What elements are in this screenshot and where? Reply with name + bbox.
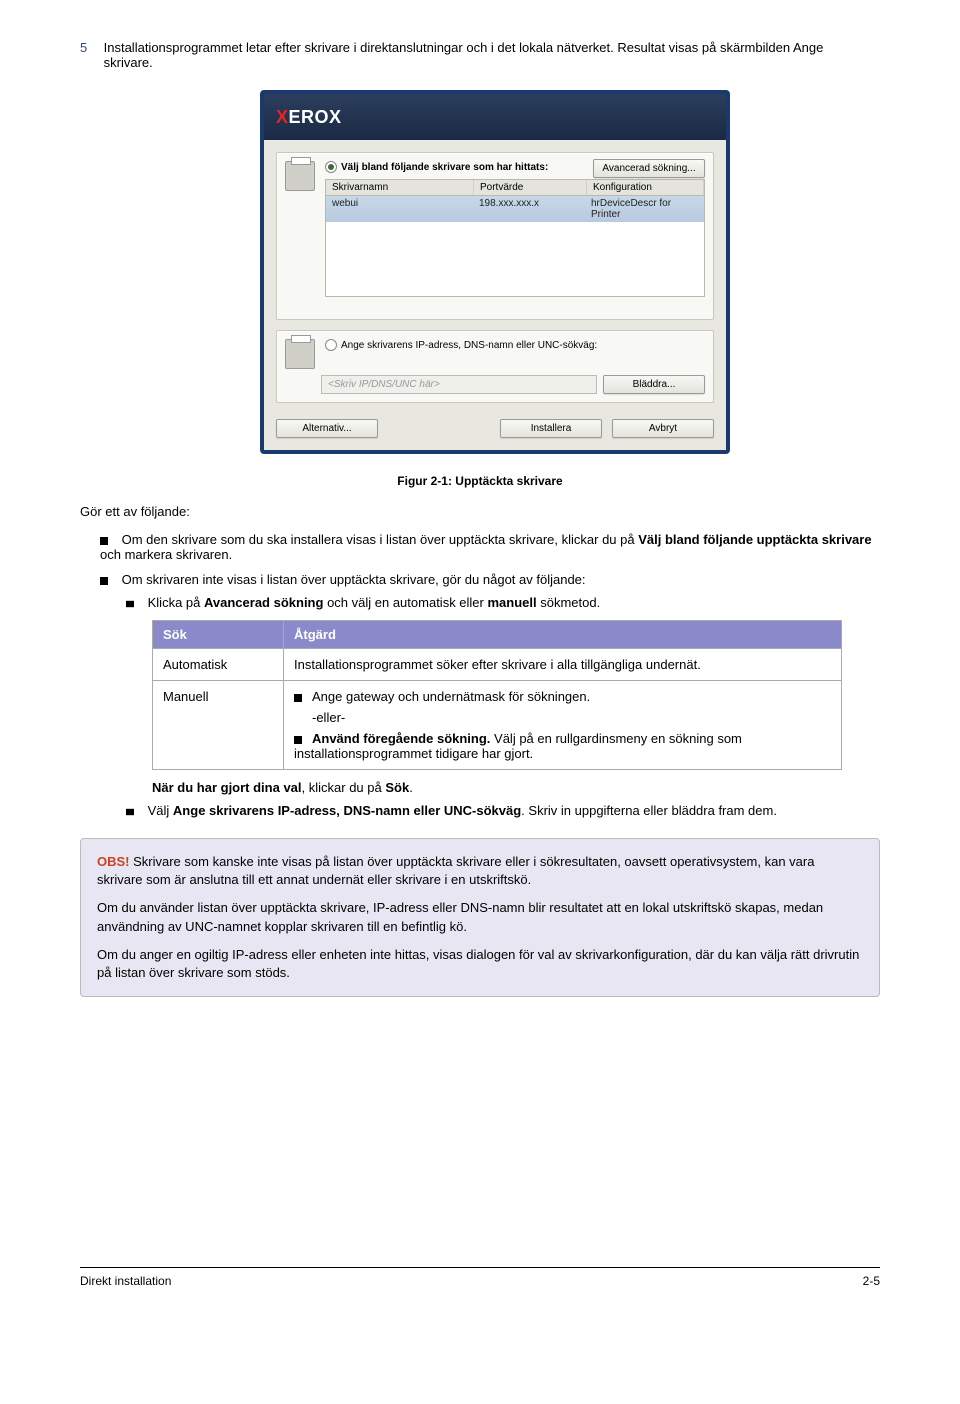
- sub-item-1: Klicka på Avancerad sökning och välj en …: [126, 595, 880, 795]
- list-row[interactable]: webui 198.xxx.xxx.x hrDeviceDescr for Pr…: [326, 196, 704, 222]
- xerox-logo: XEROX: [276, 107, 342, 128]
- sub2b: Ange skrivarens IP-adress, DNS-namn elle…: [173, 803, 521, 818]
- printer-icon: [285, 339, 315, 369]
- sub-item-2: Välj Ange skrivarens IP-adress, DNS-namn…: [126, 803, 880, 818]
- col-config[interactable]: Konfiguration: [587, 180, 704, 195]
- atb: , klickar du på: [302, 780, 386, 795]
- gor-ett: Gör ett av följande:: [80, 504, 880, 519]
- figure-caption: Figur 2-1: Upptäckta skrivare: [80, 474, 880, 488]
- bullet-item-1: Om den skrivare som du ska installera vi…: [100, 532, 880, 562]
- diamond-bullet-icon: [126, 808, 134, 814]
- radio-enter-ip[interactable]: Ange skrivarens IP-adress, DNS-namn elle…: [325, 339, 705, 351]
- td-manual: Manuell: [153, 681, 284, 770]
- ip-input[interactable]: <Skriv IP/DNS/UNC här>: [321, 375, 597, 394]
- r2c2-or: -eller-: [312, 710, 831, 725]
- th-action: Åtgärd: [284, 621, 842, 649]
- obs-p1: Skrivare som kanske inte visas på listan…: [97, 854, 814, 887]
- square-bullet-icon: [294, 694, 302, 702]
- obs-p2: Om du använder listan över upptäckta skr…: [97, 899, 863, 935]
- options-button[interactable]: Alternativ...: [276, 419, 378, 438]
- cancel-button[interactable]: Avbryt: [612, 419, 714, 438]
- advanced-search-button[interactable]: Avancerad sökning...: [593, 159, 705, 178]
- install-button[interactable]: Installera: [500, 419, 602, 438]
- sub1b: Avancerad sökning: [204, 595, 323, 610]
- radio-unchecked-icon: [325, 339, 337, 351]
- sub1e: sökmetod.: [537, 595, 601, 610]
- ata: När du har gjort dina val: [152, 780, 302, 795]
- after-table: När du har gjort dina val, klickar du på…: [152, 780, 880, 795]
- col-name[interactable]: Skrivarnamn: [326, 180, 474, 195]
- obs-label: OBS!: [97, 854, 130, 869]
- td-manual-desc: Ange gateway och undernätmask för söknin…: [284, 681, 842, 770]
- sub2c: . Skriv in uppgifterna eller bläddra fra…: [521, 803, 777, 818]
- printer-icon: [285, 161, 315, 191]
- obs-p3: Om du anger en ogiltig IP-adress eller e…: [97, 946, 863, 982]
- row-name: webui: [326, 196, 473, 222]
- sub1a: Klicka på: [148, 595, 204, 610]
- b2: Om skrivaren inte visas i listan över up…: [122, 572, 586, 587]
- r2c2-item1: Ange gateway och undernätmask för söknin…: [312, 689, 590, 704]
- search-table: Sök Åtgärd Automatisk Installationsprogr…: [152, 620, 842, 770]
- b1c: och markera skrivaren.: [100, 547, 232, 562]
- row-config: hrDeviceDescr for Printer: [585, 196, 704, 222]
- list-header: Skrivarnamn Portvärde Konfiguration: [325, 179, 705, 196]
- th-search: Sök: [153, 621, 284, 649]
- printer-list[interactable]: webui 198.xxx.xxx.x hrDeviceDescr for Pr…: [325, 196, 705, 297]
- td-auto: Automatisk: [153, 649, 284, 681]
- r2c2-item2a: Använd föregående sökning.: [312, 731, 490, 746]
- footer-left: Direkt installation: [80, 1274, 171, 1288]
- b1a: Om den skrivare som du ska installera vi…: [122, 532, 639, 547]
- diamond-bullet-icon: [126, 600, 134, 606]
- page-footer: Direkt installation 2-5: [80, 1267, 880, 1288]
- atd: .: [409, 780, 413, 795]
- obs-note: OBS! Skrivare som kanske inte visas på l…: [80, 838, 880, 997]
- col-port[interactable]: Portvärde: [474, 180, 587, 195]
- radio1-label: Välj bland följande skrivare som har hit…: [341, 162, 548, 173]
- td-auto-desc: Installationsprogrammet söker efter skri…: [284, 649, 842, 681]
- step-5: 5 Installationsprogrammet letar efter sk…: [80, 40, 880, 70]
- sub1d: manuell: [487, 595, 536, 610]
- square-bullet-icon: [100, 577, 108, 585]
- square-bullet-icon: [100, 537, 108, 545]
- step-number: 5: [80, 40, 100, 55]
- footer-right: 2-5: [863, 1274, 880, 1288]
- browse-button[interactable]: Bläddra...: [603, 375, 705, 394]
- sub1c: och välj en automatisk eller: [323, 595, 487, 610]
- step-text: Installationsprogrammet letar efter skri…: [104, 40, 844, 70]
- sub2a: Välj: [148, 803, 173, 818]
- radio2-label: Ange skrivarens IP-adress, DNS-namn elle…: [341, 340, 597, 351]
- row-port: 198.xxx.xxx.x: [473, 196, 585, 222]
- square-bullet-icon: [294, 736, 302, 744]
- dialog-header: XEROX: [264, 94, 726, 140]
- atc: Sök: [385, 780, 409, 795]
- dialog-screenshot: XEROX Välj bland följande skrivare som h…: [260, 90, 730, 454]
- b1b: Välj bland följande upptäckta skrivare: [638, 532, 871, 547]
- radio-checked-icon: [325, 161, 337, 173]
- bullet-item-2: Om skrivaren inte visas i listan över up…: [100, 572, 880, 818]
